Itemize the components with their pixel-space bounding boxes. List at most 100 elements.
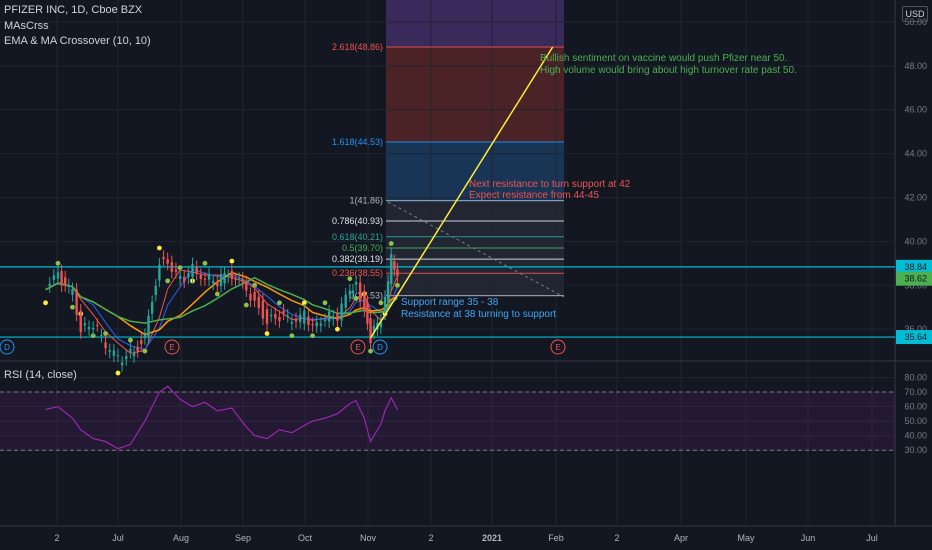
- candle-body: [183, 276, 186, 282]
- candle-body: [290, 322, 294, 324]
- crossover-dot: [165, 278, 171, 284]
- time-axis: 2 Jul Aug Sep Oct Nov 2 2021 Feb 2 Apr May Jun Jul: [0, 525, 932, 543]
- candle-body: [269, 314, 273, 316]
- candle-body: [96, 324, 99, 326]
- candle-body: [366, 302, 369, 324]
- candle-body: [390, 254, 393, 284]
- candle-body: [170, 262, 174, 272]
- candle-body: [245, 282, 248, 291]
- fib-level-label: 0.618(40.21): [332, 232, 383, 242]
- price-label-text: 38.84: [904, 262, 927, 272]
- crossover-dot: [335, 326, 340, 332]
- rsi-legend[interactable]: RSI (14, close): [4, 369, 77, 381]
- crossover-dot: [388, 241, 394, 246]
- candle-body: [71, 289, 74, 295]
- annotation-support-1: Support range 35 - 38: [401, 297, 499, 308]
- candle-body: [56, 272, 60, 279]
- crossover-dot: [43, 300, 48, 306]
- indicator-legend-mascrss[interactable]: MAsCrss: [4, 20, 49, 32]
- candle-body: [336, 314, 339, 321]
- price-label-text: 35.64: [904, 332, 927, 342]
- price-label-text: 38.62: [904, 274, 927, 284]
- candle-body: [351, 290, 355, 294]
- price-tick-label: 42.00: [904, 193, 927, 203]
- crossover-dot: [289, 333, 295, 339]
- crossover-dot: [353, 296, 359, 301]
- crossover-dot: [264, 331, 270, 336]
- candle-body: [199, 274, 202, 280]
- candle-body: [315, 322, 318, 327]
- time-tick-label: 2021: [482, 533, 502, 543]
- candle-body: [386, 281, 390, 302]
- time-tick-label: Sep: [235, 533, 251, 543]
- candle-body: [396, 269, 399, 277]
- time-tick-label: Jul: [866, 533, 878, 543]
- price-tick-label: 46.00: [904, 105, 927, 115]
- fib-level-label: 1(41.86): [349, 196, 383, 206]
- candle-body: [307, 316, 310, 325]
- currency-button[interactable]: USD: [902, 6, 928, 22]
- candle-body: [311, 324, 314, 326]
- candle-body: [187, 273, 190, 278]
- candle-body: [120, 362, 124, 366]
- annotation-support-2: Resistance at 38 turning to support: [401, 309, 556, 320]
- time-tick-label: May: [737, 533, 755, 543]
- candle-body: [158, 264, 161, 281]
- rsi-band: [0, 392, 895, 451]
- rsi-tick-label: 60.00: [904, 402, 927, 412]
- indicator-legend-ema-ma[interactable]: EMA & MA Crossover (10, 10): [4, 35, 151, 47]
- candle-body: [116, 355, 120, 357]
- candle-body: [348, 290, 352, 296]
- candle-body: [223, 273, 226, 284]
- crossover-dot: [103, 331, 108, 336]
- candle-body: [83, 323, 87, 326]
- candle-body: [369, 318, 372, 344]
- candle-body: [125, 356, 128, 360]
- symbol-title[interactable]: PFIZER INC, 1D, Cboe BZX: [4, 4, 142, 16]
- crossover-dot: [142, 348, 148, 354]
- event-marker-label: E: [169, 343, 174, 352]
- crossover-dot: [55, 260, 61, 266]
- candle-body: [87, 327, 91, 330]
- time-tick-label: Aug: [173, 533, 189, 543]
- fib-level-label: 0.236(38.55): [332, 268, 383, 278]
- candle-body: [332, 316, 335, 320]
- candle-body: [203, 278, 207, 280]
- fib-zone-ext-2618: [386, 47, 564, 142]
- crossover-dot: [115, 370, 121, 376]
- candle-body: [147, 315, 150, 338]
- fib-level-label: 2.618(48.86): [332, 42, 383, 52]
- rsi-pane: [0, 385, 895, 451]
- price-tick-label: 48.00: [904, 61, 927, 71]
- candle-body: [383, 296, 387, 314]
- time-tick-label: 2: [614, 533, 619, 543]
- candle-body: [358, 282, 362, 302]
- candle-body: [294, 319, 298, 322]
- candle-body: [75, 289, 78, 315]
- crossover-dot: [229, 258, 235, 264]
- candle-body: [191, 264, 194, 278]
- candle-body: [136, 347, 139, 352]
- candle-body: [91, 328, 95, 330]
- crossover-dot: [277, 300, 282, 306]
- crossover-dot: [128, 337, 133, 343]
- candle-body: [282, 310, 285, 314]
- time-tick-label: Feb: [548, 533, 564, 543]
- chart-canvas: 2.618(48.86) 1.618(44.53) 1(41.86) 0.786(40…: [0, 0, 932, 543]
- candle-body: [150, 301, 154, 314]
- candle-body: [286, 315, 289, 317]
- annotation-bullish-2: High volume would bring about high turno…: [540, 65, 797, 76]
- rsi-tick-label: 40.00: [904, 431, 927, 441]
- candle-body: [363, 290, 366, 311]
- candle-body: [104, 342, 107, 349]
- candle-body: [340, 303, 343, 321]
- price-tick-label: 40.00: [904, 236, 927, 246]
- event-marker-label: E: [355, 343, 360, 352]
- candle-body: [100, 335, 103, 337]
- candle-body: [108, 350, 111, 352]
- candle-body: [230, 270, 234, 280]
- price-tick-label: 44.00: [904, 149, 927, 159]
- rsi-tick-label: 80.00: [904, 372, 927, 382]
- time-tick-label: Apr: [674, 533, 688, 543]
- candle-body: [261, 300, 265, 319]
